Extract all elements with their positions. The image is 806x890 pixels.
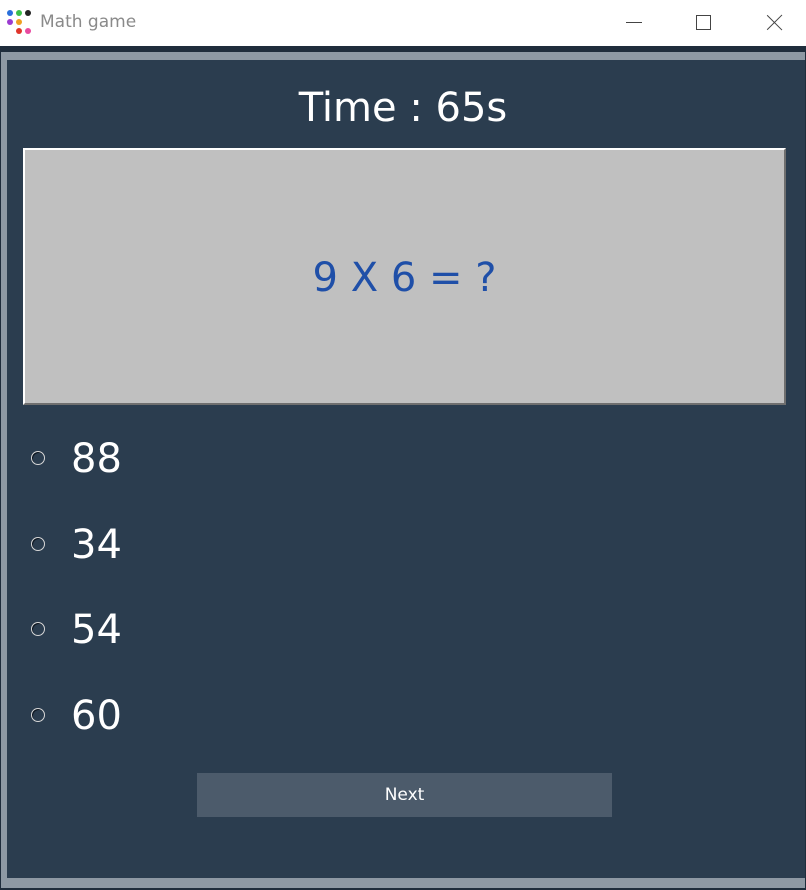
question-text: 9 X 6 = ? — [312, 255, 497, 301]
maximize-button[interactable] — [668, 0, 738, 46]
answer-label: 60 — [71, 693, 122, 739]
answer-option-4[interactable]: 60 — [28, 691, 328, 741]
question-box: 9 X 6 = ? — [23, 148, 786, 405]
answer-label: 34 — [71, 522, 122, 568]
close-icon — [766, 13, 784, 31]
radio-button[interactable] — [31, 622, 45, 636]
answer-label: 88 — [71, 436, 122, 482]
radio-button[interactable] — [31, 451, 45, 465]
radio-button[interactable] — [31, 537, 45, 551]
minimize-button[interactable] — [598, 0, 668, 46]
app-dots-icon — [7, 10, 31, 34]
timer-label: Time : 65s — [298, 85, 508, 131]
answer-option-2[interactable]: 34 — [28, 520, 328, 570]
answer-option-1[interactable]: 88 — [28, 434, 328, 484]
answer-option-3[interactable]: 54 — [28, 605, 328, 655]
close-button[interactable] — [740, 0, 806, 46]
minimize-icon — [626, 22, 642, 23]
title-bar: Math game — [0, 0, 806, 46]
radio-button[interactable] — [31, 708, 45, 722]
window-title: Math game — [40, 12, 137, 32]
answer-label: 54 — [71, 607, 122, 653]
maximize-icon — [696, 15, 711, 30]
next-button[interactable]: Next — [197, 773, 612, 817]
